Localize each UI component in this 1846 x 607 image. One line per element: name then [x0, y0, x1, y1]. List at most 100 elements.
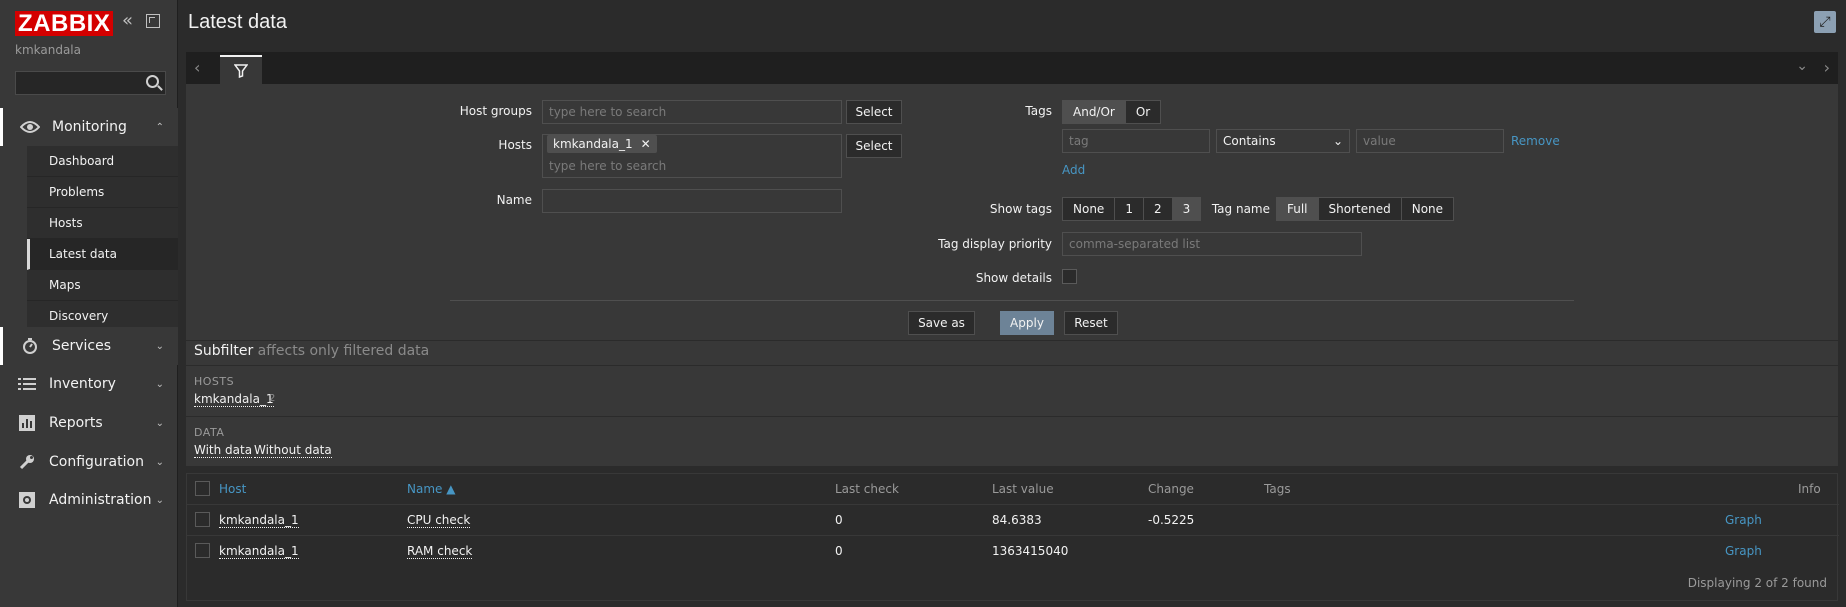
subfilter-with-data-link[interactable]: With data [194, 443, 253, 458]
chevron-down-icon: ⌄ [155, 456, 164, 468]
table-footer-count: Displaying 2 of 2 found [1687, 576, 1827, 590]
chevron-right-icon[interactable]: › [1824, 58, 1830, 77]
hosts-search-placeholder: type here to search [549, 159, 667, 173]
select-all-checkbox[interactable] [195, 481, 210, 496]
close-icon[interactable]: ✕ [641, 137, 651, 151]
sidebar: ZABBIX « kmkandala Monitoring ⌃ Dashboar… [0, 0, 178, 607]
subfilter-without-data-link[interactable]: Without data [254, 443, 332, 458]
tag-operator-select[interactable]: Contains ⌄ [1216, 129, 1350, 153]
column-info: Info [1798, 482, 1821, 496]
host-groups-label: Host groups [459, 104, 532, 118]
filter-divider [450, 300, 1574, 301]
row-name[interactable]: CPU check [407, 513, 471, 528]
chevron-down-icon: ⌄ [155, 494, 164, 506]
table-row: kmkandala_1 RAM check 0 1363415040 Graph [187, 535, 1839, 566]
show-tags-2[interactable]: 2 [1143, 198, 1173, 220]
sidebar-search-input[interactable] [15, 71, 166, 95]
tag-input[interactable]: tag [1062, 129, 1210, 153]
column-host[interactable]: Host [219, 482, 246, 496]
filter-tab[interactable] [220, 55, 262, 84]
menu-configuration[interactable]: Configuration ⌄ [0, 443, 178, 481]
tag-name-none[interactable]: None [1401, 198, 1454, 220]
row-checkbox[interactable] [195, 512, 210, 527]
subfilter-hosts-heading: HOSTS [194, 375, 235, 388]
row-last-value: 1363415040 [992, 544, 1069, 558]
column-tags: Tags [1264, 482, 1291, 496]
subfilter-divider [186, 416, 1838, 417]
row-graph-link[interactable]: Graph [1725, 513, 1762, 527]
hosts-select-button[interactable]: Select [846, 134, 902, 158]
show-details-checkbox[interactable] [1062, 269, 1077, 284]
chevron-down-icon: ⌄ [155, 340, 164, 352]
tag-name-full[interactable]: Full [1277, 198, 1319, 220]
bar-chart-icon [17, 413, 37, 433]
column-last-value: Last value [992, 482, 1054, 496]
tags-mode-toggle: And/Or Or [1062, 100, 1162, 124]
chevron-left-icon[interactable]: ‹ [194, 58, 200, 77]
tag-name-shortened[interactable]: Shortened [1318, 198, 1402, 220]
collapse-sidebar-icon[interactable]: « [122, 12, 140, 31]
apply-button[interactable]: Apply [1000, 311, 1054, 335]
remove-tag-link[interactable]: Remove [1511, 134, 1560, 148]
subfilter-title-text: Subfilter [194, 343, 254, 359]
tags-mode-or[interactable]: Or [1125, 101, 1161, 123]
submenu-item-maps[interactable]: Maps [27, 270, 178, 301]
submenu-item-latest-data[interactable]: Latest data [27, 239, 178, 270]
column-last-check: Last check [835, 482, 899, 496]
name-label: Name [496, 193, 532, 207]
show-tags-1[interactable]: 1 [1115, 198, 1144, 220]
stopwatch-icon [20, 336, 40, 356]
menu-label: Services [52, 338, 112, 354]
reset-button[interactable]: Reset [1064, 311, 1118, 335]
row-host[interactable]: kmkandala_1 [219, 513, 299, 528]
menu-monitoring[interactable]: Monitoring ⌃ [0, 108, 178, 146]
tags-label: Tags [1025, 104, 1052, 118]
row-host[interactable]: kmkandala_1 [219, 544, 299, 559]
row-name[interactable]: RAM check [407, 544, 473, 559]
table-row: kmkandala_1 CPU check 0 84.6383 -0.5225 … [187, 504, 1839, 535]
menu-label: Inventory [49, 376, 116, 392]
menu-reports[interactable]: Reports ⌄ [0, 404, 178, 442]
subfilter-host-count: 2 [269, 393, 276, 404]
subfilter-title: Subfilter affects only filtered data [194, 343, 429, 359]
row-graph-link[interactable]: Graph [1725, 544, 1762, 558]
add-tag-link[interactable]: Add [1062, 163, 1085, 177]
tag-priority-label: Tag display priority [938, 237, 1052, 251]
subfilter-host-link[interactable]: kmkandala_1 [194, 392, 274, 407]
chevron-down-icon: ⌄ [1332, 134, 1343, 148]
row-last-check: 0 [835, 513, 843, 527]
submenu-item-problems[interactable]: Problems [27, 177, 178, 208]
show-tags-label: Show tags [989, 202, 1052, 216]
hosts-label: Hosts [498, 138, 532, 152]
submenu-item-dashboard[interactable]: Dashboard [27, 146, 178, 177]
row-checkbox[interactable] [195, 543, 210, 558]
zabbix-logo[interactable]: ZABBIX [15, 11, 114, 36]
menu-administration[interactable]: Administration ⌄ [0, 481, 178, 519]
tag-value-input[interactable]: value [1356, 129, 1504, 153]
wrench-icon [17, 452, 37, 472]
eye-icon [20, 117, 40, 137]
show-tags-none[interactable]: None [1063, 198, 1116, 220]
submenu-item-hosts[interactable]: Hosts [27, 208, 178, 239]
tag-priority-input[interactable]: comma-separated list [1062, 232, 1362, 256]
column-name[interactable]: Name ▲ [407, 482, 455, 496]
host-groups-select-button[interactable]: Select [846, 100, 902, 124]
tags-mode-and-or[interactable]: And/Or [1063, 101, 1126, 123]
show-tags-3[interactable]: 3 [1172, 198, 1201, 220]
tag-operator-value: Contains [1223, 134, 1276, 148]
kiosk-mode-icon[interactable] [146, 14, 160, 28]
filter-icon [234, 63, 248, 78]
search-icon[interactable] [146, 75, 159, 88]
chevron-down-icon[interactable]: ⌄ [1796, 58, 1808, 74]
save-as-button[interactable]: Save as [908, 311, 975, 335]
menu-inventory[interactable]: Inventory ⌄ [0, 365, 178, 403]
gear-icon [17, 490, 37, 510]
row-last-check: 0 [835, 544, 843, 558]
subfilter-data-heading: DATA [194, 426, 225, 439]
chevron-up-icon: ⌃ [155, 121, 164, 133]
name-input[interactable] [542, 189, 842, 213]
host-groups-input[interactable]: type here to search [542, 100, 842, 124]
fullscreen-icon[interactable]: ⤢ [1814, 11, 1836, 33]
menu-services[interactable]: Services ⌄ [0, 327, 178, 365]
host-chip-label: kmkandala_1 [553, 137, 633, 151]
